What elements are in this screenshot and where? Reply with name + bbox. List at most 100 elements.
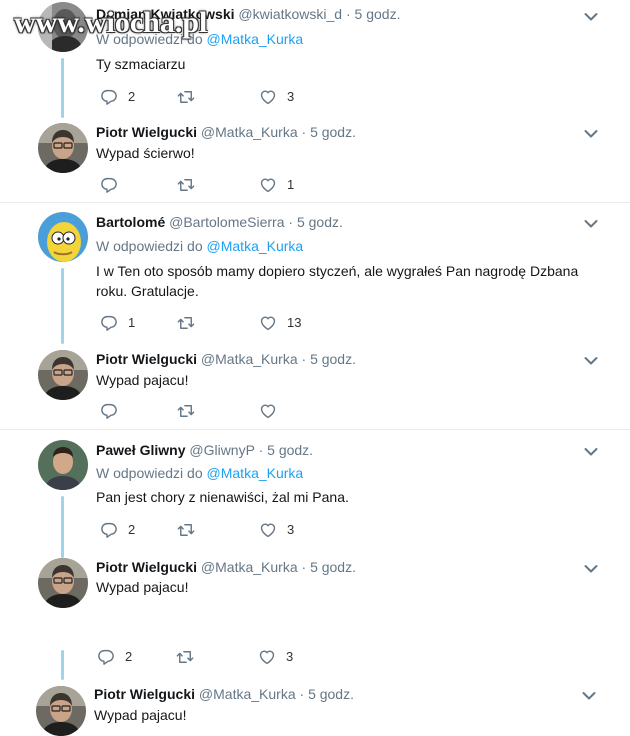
separator: · <box>345 6 351 22</box>
divider <box>0 202 630 203</box>
like-count: 3 <box>286 649 294 664</box>
author-handle[interactable]: @Matka_Kurka <box>201 559 298 575</box>
retweet-icon <box>177 402 195 420</box>
heart-icon <box>259 88 277 106</box>
timestamp[interactable]: 5 godz. <box>355 6 401 22</box>
reply-button[interactable]: 2 <box>97 648 132 666</box>
like-button[interactable]: 3 <box>259 88 294 106</box>
avatar[interactable] <box>38 123 88 173</box>
retweet-button[interactable] <box>177 314 205 332</box>
heart-icon <box>259 176 277 194</box>
author-name[interactable]: Piotr Wielgucki <box>94 686 195 702</box>
tweet-header: Piotr Wielgucki @Matka_Kurka · 5 godz. <box>94 685 354 703</box>
mention-link[interactable]: @Matka_Kurka <box>207 465 304 481</box>
like-button[interactable]: 3 <box>258 648 293 666</box>
reply-count: 1 <box>128 315 136 330</box>
avatar[interactable] <box>38 558 88 608</box>
separator: · <box>301 559 307 575</box>
tweet-text: I w Ten oto sposób mamy dopiero styczeń,… <box>96 263 579 299</box>
tweet-header: Paweł Gliwny @GliwnyP · 5 godz. <box>96 441 313 459</box>
reply-button[interactable] <box>100 402 128 420</box>
separator: · <box>301 351 307 367</box>
separator: · <box>299 686 305 702</box>
like-button[interactable]: 1 <box>259 176 294 194</box>
chevron-down-icon[interactable] <box>582 691 596 701</box>
avatar[interactable] <box>38 350 88 400</box>
avatar-image <box>38 350 88 400</box>
reply-button[interactable]: 2 <box>100 88 135 106</box>
mention-link[interactable]: @Matka_Kurka <box>207 31 304 47</box>
thread-line <box>61 496 64 558</box>
reply-to-label: W odpowiedzi do <box>96 238 203 254</box>
chevron-down-icon[interactable] <box>584 356 598 366</box>
author-handle[interactable]: @Matka_Kurka <box>199 686 296 702</box>
timestamp[interactable]: 5 godz. <box>267 442 313 458</box>
reply-count: 2 <box>125 649 133 664</box>
reply-to: W odpowiedzi do @Matka_Kurka <box>96 464 303 482</box>
tweet-actions: 1 <box>100 176 400 194</box>
chevron-down-icon[interactable] <box>584 12 598 22</box>
reply-button[interactable]: 1 <box>100 314 135 332</box>
retweet-icon <box>177 314 195 332</box>
timestamp[interactable]: 5 godz. <box>308 686 354 702</box>
chevron-down-icon[interactable] <box>584 219 598 229</box>
retweet-button[interactable] <box>176 648 204 666</box>
reply-button[interactable] <box>100 176 128 194</box>
like-count: 3 <box>287 89 295 104</box>
tweet-text: Wypad pajacu! <box>96 372 189 388</box>
author-name[interactable]: Bartolomé <box>96 214 165 230</box>
author-name[interactable]: Piotr Wielgucki <box>96 124 197 140</box>
tweet-text: Wypad pajacu! <box>96 579 189 595</box>
author-name[interactable]: Piotr Wielgucki <box>96 559 197 575</box>
chevron-down-icon[interactable] <box>584 129 598 139</box>
retweet-icon <box>177 176 195 194</box>
reply-icon <box>97 648 115 666</box>
chevron-down-icon[interactable] <box>584 564 598 574</box>
reply-icon <box>100 521 118 539</box>
reply-icon <box>100 314 118 332</box>
avatar[interactable] <box>36 686 86 736</box>
author-name[interactable]: Paweł Gliwny <box>96 442 185 458</box>
heart-icon <box>259 521 277 539</box>
avatar-image <box>38 123 88 173</box>
avatar[interactable] <box>38 212 88 262</box>
tweet-header: Piotr Wielgucki @Matka_Kurka · 5 godz. <box>96 123 356 141</box>
retweet-icon <box>176 648 194 666</box>
avatar-image <box>36 686 86 736</box>
tweet-header: Bartolomé @BartolomeSierra · 5 godz. <box>96 213 343 231</box>
tweet-actions: 2 3 <box>100 88 400 106</box>
like-count: 3 <box>287 522 295 537</box>
author-handle[interactable]: @GliwnyP <box>189 442 254 458</box>
separator: · <box>288 214 294 230</box>
like-button[interactable] <box>259 402 287 420</box>
timestamp[interactable]: 5 godz. <box>310 351 356 367</box>
author-handle[interactable]: @BartolomeSierra <box>169 214 284 230</box>
reply-icon <box>100 88 118 106</box>
author-handle[interactable]: @kwiatkowski_d <box>238 6 342 22</box>
tweet-header: Piotr Wielgucki @Matka_Kurka · 5 godz. <box>96 558 356 576</box>
tweet-actions <box>100 402 400 420</box>
timestamp[interactable]: 5 godz. <box>297 214 343 230</box>
heart-icon <box>259 402 277 420</box>
separator: · <box>301 124 307 140</box>
retweet-button[interactable] <box>177 176 205 194</box>
like-button[interactable]: 13 <box>259 314 301 332</box>
chevron-down-icon[interactable] <box>584 447 598 457</box>
avatar[interactable] <box>38 440 88 490</box>
tweet-actions: 1 13 <box>100 314 400 332</box>
mention-link[interactable]: @Matka_Kurka <box>207 238 304 254</box>
reply-to: W odpowiedzi do @Matka_Kurka <box>96 237 303 255</box>
thread-line <box>61 268 64 344</box>
retweet-button[interactable] <box>177 402 205 420</box>
avatar-image <box>38 440 88 490</box>
timestamp[interactable]: 5 godz. <box>310 559 356 575</box>
author-handle[interactable]: @Matka_Kurka <box>201 351 298 367</box>
retweet-button[interactable] <box>177 521 205 539</box>
reply-button[interactable]: 2 <box>100 521 135 539</box>
heart-icon <box>258 648 276 666</box>
like-button[interactable]: 3 <box>259 521 294 539</box>
retweet-button[interactable] <box>177 88 205 106</box>
author-name[interactable]: Piotr Wielgucki <box>96 351 197 367</box>
author-handle[interactable]: @Matka_Kurka <box>201 124 298 140</box>
timestamp[interactable]: 5 godz. <box>310 124 356 140</box>
